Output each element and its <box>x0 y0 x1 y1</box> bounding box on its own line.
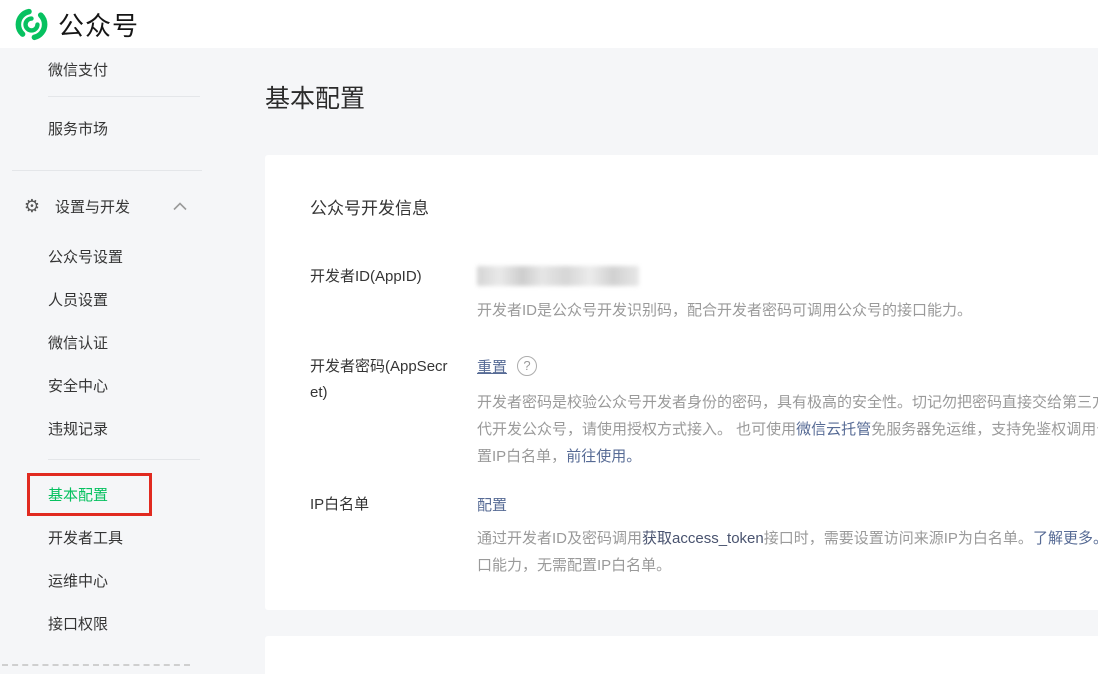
page-title: 基本配置 <box>265 82 1098 117</box>
description-line: 开发者ID是公众号开发识别码，配合开发者密码可调用公众号的接口能力。 <box>477 297 1098 324</box>
sidebar-item-微信支付[interactable]: 微信支付 <box>0 48 265 90</box>
description-text: 代开发公众号，请使用授权方式接入。 也可使用 <box>477 421 796 438</box>
annotation-highlight-box: 基本配置 <box>27 473 152 516</box>
brand-title: 公众号 <box>58 6 139 43</box>
description-text: 口能力，无需配置IP白名单。 <box>477 557 671 574</box>
page: 公众号 微信支付服务市场⚙设置与开发公众号设置人员设置微信认证安全中心违规记录基… <box>0 0 1098 674</box>
appsecret-row: 开发者密码(AppSecret) 重置? 开发者密码是校验公众号开发者身份的密码，具… <box>310 354 1098 470</box>
sidebar-section-label: 设置与开发 <box>55 196 130 217</box>
sidebar-item-安全中心[interactable]: 安全中心 <box>0 364 265 407</box>
sidebar-item-接口权限[interactable]: 接口权限 <box>0 602 265 645</box>
--link[interactable]: 。 <box>1093 530 1098 547</box>
description-text: 开发者ID是公众号开发识别码，配合开发者密码可调用公众号的接口能力。 <box>477 302 972 319</box>
sidebar: 微信支付服务市场 ⚙ 设置与开发公众号设置人员设置微信认证安全中心违规记录基本配置开… <box>0 48 265 674</box>
field-description: 开发者ID是公众号开发识别码，配合开发者密码可调用公众号的接口能力。 <box>477 297 1098 324</box>
ip-whitelist-row: IP白名单配置通过开发者ID及密码调用获取access_token接口时，需要设… <box>310 492 1098 579</box>
sidebar-divider <box>48 459 200 460</box>
获取access_token-link[interactable]: 获取access_token <box>642 530 764 547</box>
description-text: 接口时，需要设置访问来源IP为白名单。 <box>764 530 1033 547</box>
appid-row: 开发者ID(AppID) 开发者ID是公众号开发识别码，配合开发者密码可调用公众号… <box>310 264 1098 324</box>
redacted-appid-value <box>477 266 639 286</box>
配置-link[interactable]: 配置 <box>477 494 507 515</box>
description-text: 免服务器免运维，支持免鉴权调用公 <box>871 421 1098 438</box>
sidebar-item-公众号设置[interactable]: 公众号设置 <box>0 235 265 278</box>
重置-link[interactable]: 重置 <box>477 356 507 377</box>
official-accounts-logo-icon <box>14 7 49 42</box>
sidebar-item-运维中心[interactable]: 运维中心 <box>0 559 265 602</box>
description-text: 置IP白名单， <box>477 448 566 465</box>
app-header: 公众号 <box>0 0 1098 48</box>
main-content: 基本配置 公众号开发信息 开发者ID(AppID) 开发者ID是公众号开发识别码，… <box>265 48 1098 674</box>
微信云托管-link[interactable]: 微信云托管 <box>796 421 871 438</box>
sidebar-item-人员设置[interactable]: 人员设置 <box>0 278 265 321</box>
description-line: 开发者密码是校验公众号开发者身份的密码，具有极高的安全性。切记勿把密码直接交给第… <box>477 389 1098 416</box>
了解更多-link[interactable]: 了解更多 <box>1033 530 1093 547</box>
前往使用-link[interactable]: 前往使用 <box>566 448 626 465</box>
sidebar-section-设置与开发[interactable]: ⚙ 设置与开发 <box>0 185 265 227</box>
sidebar-divider <box>12 170 202 171</box>
gear-icon: ⚙ <box>22 196 42 217</box>
action-line: 配置 <box>477 492 1098 516</box>
field-label: 开发者密码(AppSecret) <box>310 354 451 406</box>
sidebar-item-基本配置[interactable]: 基本配置 <box>48 484 108 505</box>
action-line: 重置? <box>477 354 1098 378</box>
field-content: 开发者ID是公众号开发识别码，配合开发者密码可调用公众号的接口能力。 <box>477 264 1098 324</box>
card-title: 公众号开发信息 <box>310 197 1098 221</box>
field-description: 开发者密码是校验公众号开发者身份的密码，具有极高的安全性。切记勿把密码直接交给第… <box>477 389 1098 470</box>
field-description: 通过开发者ID及密码调用获取access_token接口时，需要设置访问来源IP… <box>477 525 1098 579</box>
field-content: 重置? 开发者密码是校验公众号开发者身份的密码，具有极高的安全性。切记勿把密码直接… <box>477 354 1098 470</box>
description-line: 代开发公众号，请使用授权方式接入。 也可使用微信云托管免服务器免运维，支持免鉴权… <box>477 416 1098 443</box>
help-question-icon[interactable]: ? <box>517 356 537 376</box>
next-card <box>265 636 1098 674</box>
field-label: 开发者ID(AppID) <box>310 264 451 290</box>
dev-info-card: 公众号开发信息 开发者ID(AppID) 开发者ID是公众号开发识别码，配合开发者… <box>265 155 1098 610</box>
sidebar-item-微信认证[interactable]: 微信认证 <box>0 321 265 364</box>
description-text: 开发者密码是校验公众号开发者身份的密码，具有极高的安全性。切记勿把密码直接交给第… <box>477 394 1098 411</box>
sidebar-dashed-divider <box>2 664 190 666</box>
sidebar-item-违规记录[interactable]: 违规记录 <box>0 407 265 450</box>
dev-info-rows: 开发者ID(AppID) 开发者ID是公众号开发识别码，配合开发者密码可调用公众号… <box>310 264 1098 579</box>
chevron-up-icon[interactable] <box>173 202 187 211</box>
--link[interactable]: 。 <box>626 448 641 465</box>
sidebar-item-服务市场[interactable]: 服务市场 <box>0 107 265 149</box>
description-line: 置IP白名单，前往使用。 <box>477 443 1098 470</box>
description-line: 口能力，无需配置IP白名单。 <box>477 552 1098 579</box>
description-line: 通过开发者ID及密码调用获取access_token接口时，需要设置访问来源IP… <box>477 525 1098 552</box>
field-content: 配置通过开发者ID及密码调用获取access_token接口时，需要设置访问来源… <box>477 492 1098 579</box>
sidebar-item-开发者工具[interactable]: 开发者工具 <box>0 516 265 559</box>
field-label: IP白名单 <box>310 492 451 518</box>
description-text: 通过开发者ID及密码调用 <box>477 530 642 547</box>
sidebar-divider <box>48 96 200 97</box>
